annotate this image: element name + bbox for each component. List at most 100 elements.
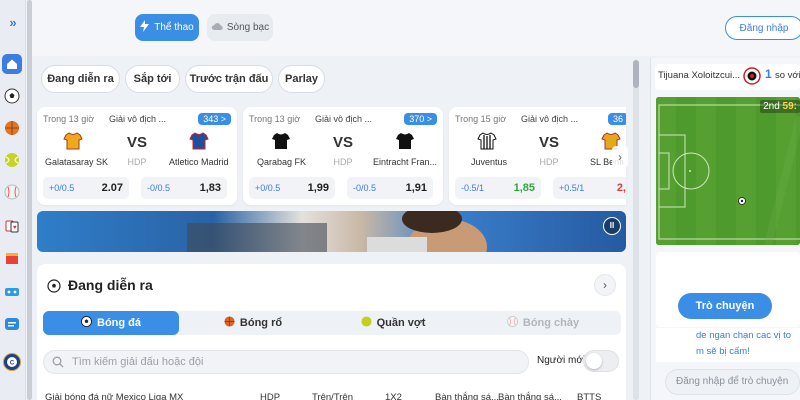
score: 1 bbox=[765, 67, 772, 81]
sidebar-scrollbar[interactable] bbox=[27, 0, 32, 400]
pitch-graphic bbox=[656, 97, 800, 245]
tab-soccer[interactable]: Bóng đá bbox=[43, 311, 179, 335]
chat-button[interactable]: Trò chuyện bbox=[678, 293, 772, 319]
club-crest-icon bbox=[743, 67, 761, 88]
cloud-icon bbox=[211, 22, 223, 34]
lightning-icon bbox=[140, 20, 150, 35]
lottery-icon[interactable] bbox=[2, 248, 22, 268]
match-league: Giải vô địch ... bbox=[109, 114, 167, 124]
search-placeholder: Tìm kiếm giải đấu hoặc đội bbox=[72, 356, 204, 368]
search-icon bbox=[52, 356, 64, 368]
soccer-ball-icon bbox=[81, 316, 92, 330]
tab-soccer-label: Bóng đá bbox=[97, 317, 141, 329]
cards-icon[interactable]: ♥ bbox=[2, 216, 22, 236]
match-clock: 59: bbox=[782, 101, 797, 112]
match-period: 2nd 59: bbox=[760, 100, 800, 113]
tab-casino-label: Sòng bạc bbox=[226, 22, 270, 33]
match-card[interactable]: Trong 13 giờ Giải vô địch ... 343 > VS H… bbox=[37, 107, 237, 205]
virtual-icon[interactable] bbox=[2, 314, 22, 334]
market-count-badge[interactable]: 36 bbox=[607, 113, 626, 125]
tab-casino[interactable]: Sòng bạc bbox=[207, 14, 273, 41]
svg-text:C: C bbox=[10, 361, 15, 367]
column-header-over-under: Trên/Trên bbox=[312, 392, 354, 400]
column-header-hdp: HDP bbox=[260, 392, 281, 400]
market-count-badge[interactable]: 343 > bbox=[198, 113, 231, 125]
promo-banner[interactable]: II bbox=[37, 211, 626, 252]
home-team: Qarabag FK bbox=[257, 157, 307, 167]
tab-baseball[interactable]: Bóng chày bbox=[483, 311, 603, 335]
home-odd-button[interactable]: +0/0.5 2.07 bbox=[43, 177, 129, 199]
live-match-header[interactable]: Tijuana Xoloitzcui... 1 so với bbox=[655, 64, 800, 90]
chat-input[interactable]: Đăng nhập để trò chuyện bbox=[665, 369, 800, 395]
section-title: Đang diễn ra bbox=[68, 277, 153, 293]
banner-image bbox=[187, 211, 487, 252]
column-header-goals-1: Bàn thắng sá... bbox=[435, 392, 499, 400]
filter-upcoming[interactable]: Sắp tới bbox=[125, 65, 180, 93]
esports-icon[interactable] bbox=[2, 282, 22, 302]
home-odd-button[interactable]: +0/0.5 1,99 bbox=[249, 177, 335, 199]
tab-tennis[interactable]: Quần vợt bbox=[333, 311, 453, 335]
odd-value: 2, bbox=[616, 182, 626, 194]
column-header-1x2: 1X2 bbox=[385, 392, 402, 400]
sport-tabs: Bóng đá Bóng rổ Quần vợt Bóng chày bbox=[43, 311, 621, 335]
chat-line: de ngan chạn cac vị to bbox=[696, 330, 792, 341]
away-odd-button[interactable]: -0/0.5 1,91 bbox=[347, 177, 433, 199]
jersey-icon bbox=[189, 131, 209, 151]
club-logo-icon[interactable]: C bbox=[2, 352, 22, 372]
column-header-goals-2: Bàn thắng sá... bbox=[498, 392, 562, 400]
home-odd-button[interactable]: -0.5/1 1,85 bbox=[455, 177, 541, 199]
market-count-badge[interactable]: 370 > bbox=[404, 113, 437, 125]
away-odd-button[interactable]: -0/0.5 1,83 bbox=[141, 177, 227, 199]
baseball-icon bbox=[506, 316, 518, 330]
odd-line: -0/0.5 bbox=[147, 183, 171, 193]
tennis-ball-icon bbox=[361, 316, 372, 330]
tab-basketball[interactable]: Bóng rổ bbox=[193, 311, 313, 335]
away-team: Atletico Madrid bbox=[169, 157, 229, 167]
odd-value: 1,99 bbox=[307, 182, 329, 194]
next-cards-chevron-icon[interactable]: › bbox=[612, 146, 628, 168]
match-league: Giải vô địch ... bbox=[315, 114, 373, 124]
odd-line: +0/0.5 bbox=[49, 183, 75, 193]
odd-value: 2.07 bbox=[101, 182, 123, 194]
home-icon[interactable] bbox=[2, 54, 22, 74]
tab-sports[interactable]: Thể thao bbox=[135, 14, 199, 41]
pause-icon[interactable]: II bbox=[603, 217, 621, 235]
match-league: Giải vô địch ... bbox=[521, 114, 579, 124]
newbie-toggle[interactable] bbox=[583, 350, 619, 372]
home-team: Juventus bbox=[471, 157, 508, 167]
odd-value: 1,91 bbox=[405, 182, 427, 194]
odd-line: -0/0.5 bbox=[353, 183, 377, 193]
match-time: Trong 13 giờ bbox=[43, 114, 95, 124]
match-card[interactable]: Trong 13 giờ Giải vô địch ... 370 > VS H… bbox=[243, 107, 443, 205]
soccer-icon[interactable] bbox=[2, 86, 22, 106]
tennis-icon[interactable] bbox=[2, 150, 22, 170]
main-scrollbar[interactable] bbox=[633, 60, 639, 400]
basketball-icon[interactable] bbox=[2, 118, 22, 138]
vs-label: VS bbox=[538, 134, 559, 151]
login-button[interactable]: Đăng nhập bbox=[725, 16, 800, 40]
period-label: 2nd bbox=[763, 101, 780, 112]
chat-message: de ngan chạn cac vị to m sẽ bị cấm! bbox=[656, 328, 800, 362]
baseball-icon[interactable] bbox=[2, 182, 22, 202]
match-card[interactable]: Trong 15 giờ Giải vô địch ... 36 VS HDP … bbox=[449, 107, 626, 205]
away-team: Eintracht Fran... bbox=[373, 157, 438, 167]
tab-basketball-label: Bóng rổ bbox=[239, 317, 283, 329]
odd-value: 1,85 bbox=[513, 182, 535, 194]
soccer-ball-icon bbox=[47, 279, 61, 293]
chevron-right-icon[interactable]: › bbox=[594, 274, 616, 296]
odd-line: +0.5/1 bbox=[559, 183, 585, 193]
basketball-icon bbox=[224, 316, 235, 330]
filter-pre-match[interactable]: Trước trận đấu bbox=[185, 65, 273, 93]
away-team: so với bbox=[775, 70, 800, 81]
expand-sidebar-icon[interactable]: » bbox=[4, 14, 22, 32]
filter-live[interactable]: Đang diễn ra bbox=[41, 65, 120, 93]
jersey-icon bbox=[395, 131, 415, 151]
match-time: Trong 15 giờ bbox=[455, 114, 507, 124]
filter-parlay[interactable]: Parlay bbox=[278, 65, 325, 93]
match-time: Trong 13 giờ bbox=[249, 114, 301, 124]
away-odd-button[interactable]: +0.5/1 2, bbox=[553, 177, 626, 199]
newbie-label: Người mới bbox=[537, 355, 586, 366]
live-section: Đang diễn ra › Bóng đá Bóng rổ Quần vợt … bbox=[37, 264, 626, 400]
search-input[interactable]: Tìm kiếm giải đấu hoặc đội bbox=[43, 350, 529, 374]
league-header: Giải bóng đá nữ Mexico Liga MX bbox=[45, 392, 184, 400]
